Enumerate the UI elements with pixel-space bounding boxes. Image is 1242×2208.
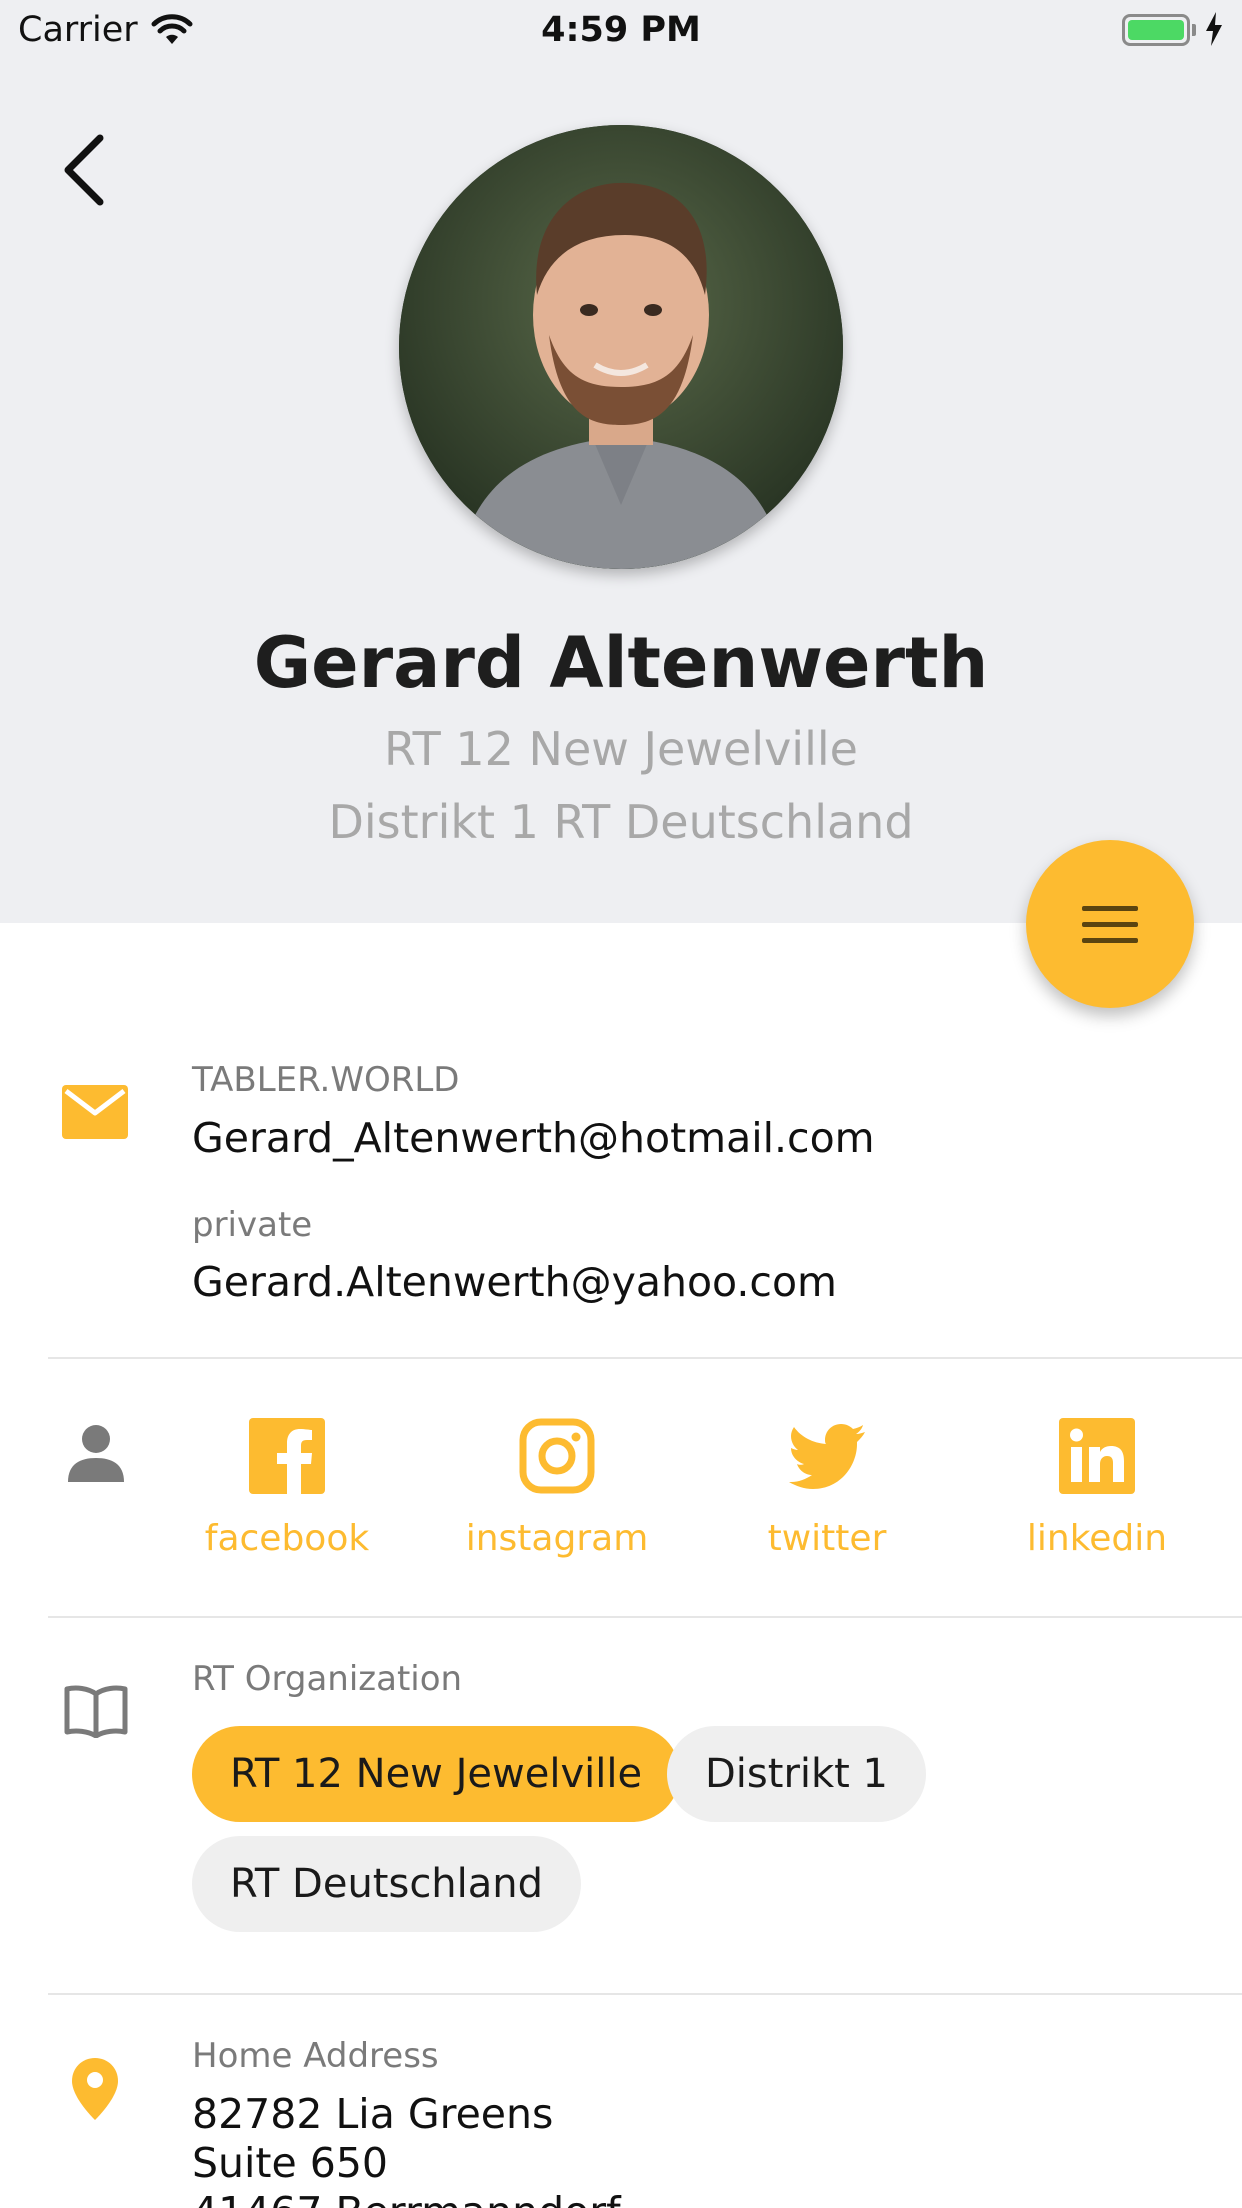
email-label-work: TABLER.WORLD xyxy=(192,1060,460,1100)
section-divider xyxy=(48,1993,1242,1995)
profile-subtitle-line2: Distrikt 1 RT Deutschland xyxy=(328,795,914,849)
section-divider xyxy=(48,1357,1242,1359)
social-link-instagram[interactable]: instagram xyxy=(457,1418,657,1559)
email-value-private[interactable]: Gerard.Altenwerth@yahoo.com xyxy=(192,1258,837,1306)
hamburger-line xyxy=(1082,906,1138,911)
email-label-private: private xyxy=(192,1205,313,1245)
social-link-facebook[interactable]: facebook xyxy=(187,1418,387,1559)
section-divider xyxy=(48,1616,1242,1618)
profile-name: Gerard Altenwerth xyxy=(253,622,989,704)
location-pin-icon xyxy=(72,2058,118,2120)
book-icon xyxy=(64,1685,128,1738)
email-value-work[interactable]: Gerard_Altenwerth@hotmail.com xyxy=(192,1114,875,1162)
address-line: Suite 650 xyxy=(192,2139,388,2187)
profile-avatar xyxy=(399,125,843,569)
social-label: twitter xyxy=(767,1518,887,1559)
organization-label: RT Organization xyxy=(192,1659,463,1699)
social-label: facebook xyxy=(204,1518,370,1559)
battery-cap xyxy=(1192,24,1196,36)
linkedin-icon xyxy=(1059,1418,1135,1494)
hamburger-line xyxy=(1082,922,1138,927)
twitter-icon xyxy=(789,1424,865,1489)
org-chip-rt-deutschland[interactable]: RT Deutschland xyxy=(192,1836,582,1932)
org-chip-rt12[interactable]: RT 12 New Jewelville xyxy=(192,1726,681,1822)
battery-level xyxy=(1128,20,1184,40)
avatar-photo xyxy=(399,125,843,569)
social-link-twitter[interactable]: twitter xyxy=(727,1418,927,1559)
address-line: 82782 Lia Greens xyxy=(192,2090,554,2138)
mail-icon xyxy=(62,1085,128,1139)
facebook-icon xyxy=(249,1418,325,1494)
back-button[interactable] xyxy=(60,130,110,210)
battery-icon xyxy=(1122,14,1190,46)
status-time: 4:59 PM xyxy=(541,10,701,50)
profile-header: Carrier 4:59 PM Gerard Altenwerth RT 12 … xyxy=(0,0,1242,923)
social-label: instagram xyxy=(465,1518,649,1559)
charging-bolt-icon xyxy=(1206,12,1222,46)
hamburger-line xyxy=(1082,938,1138,943)
social-label: linkedin xyxy=(1026,1518,1168,1559)
org-chip-distrikt1[interactable]: Distrikt 1 xyxy=(667,1726,927,1822)
address-line: 41467 Berrmanndorf xyxy=(192,2188,621,2208)
home-address-label: Home Address xyxy=(192,2036,439,2076)
menu-fab-button[interactable] xyxy=(1026,840,1194,1008)
instagram-icon xyxy=(519,1418,595,1494)
profile-subtitle-line1: RT 12 New Jewelville xyxy=(384,722,858,776)
social-link-linkedin[interactable]: linkedin xyxy=(997,1418,1197,1559)
person-icon xyxy=(68,1425,124,1482)
status-bar: Carrier 4:59 PM xyxy=(0,0,1242,60)
